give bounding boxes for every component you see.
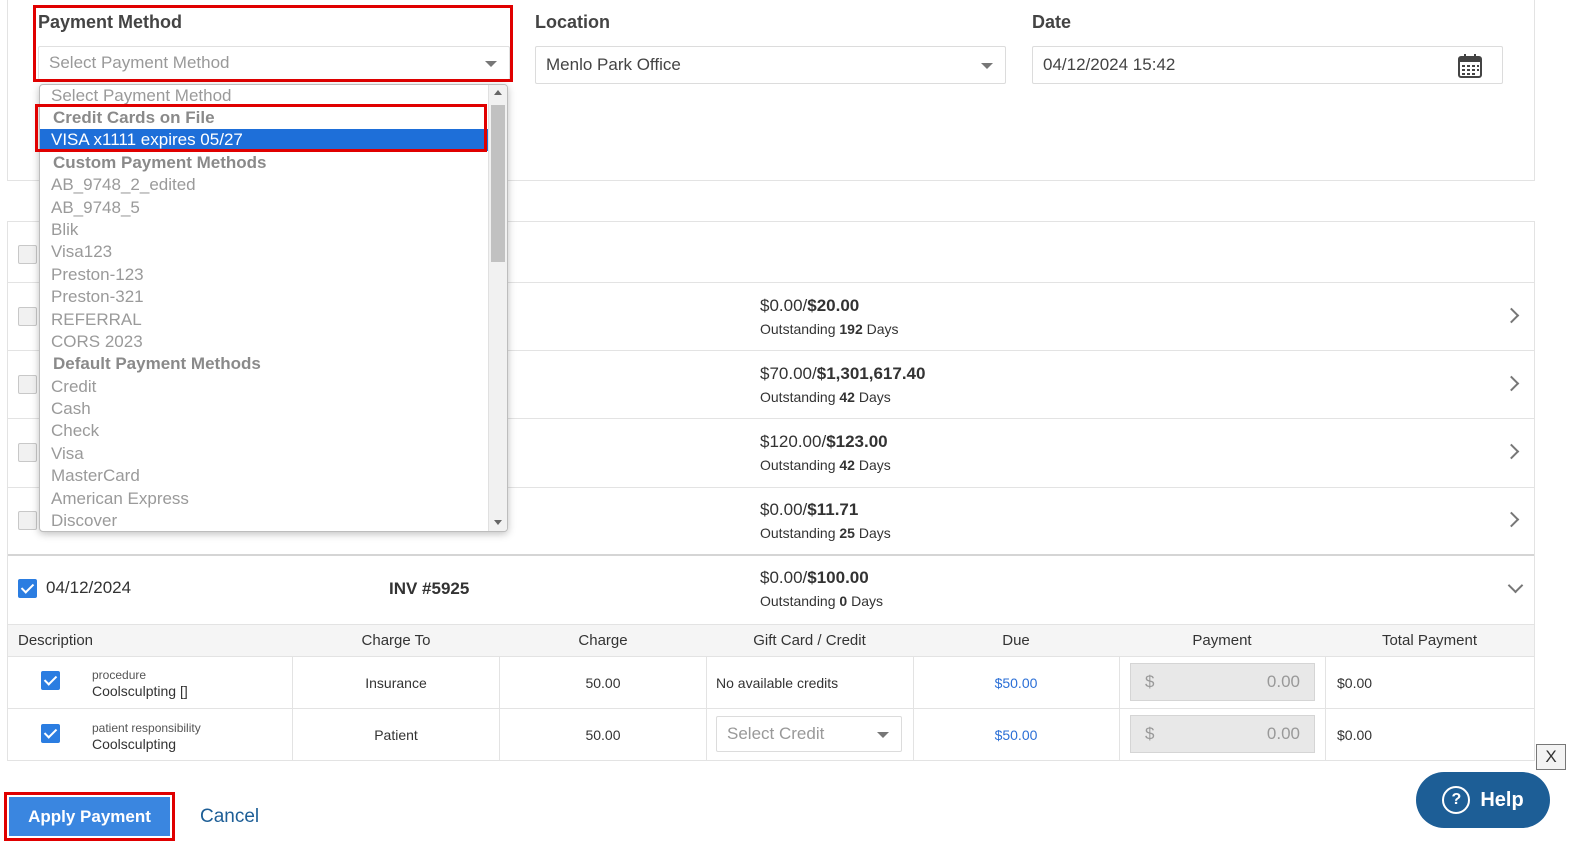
option-custom[interactable]: CORS 2023: [51, 331, 143, 353]
header-charge-to: Charge To: [361, 632, 431, 649]
option-custom[interactable]: Blik: [51, 219, 78, 241]
option-custom[interactable]: AB_9748_2_edited: [51, 174, 196, 196]
group-custom-methods: Custom Payment Methods: [53, 153, 267, 172]
payment-value: 0.00: [1266, 724, 1300, 743]
highlight-visa-option: [35, 104, 487, 152]
line-item-credit: No available credits: [716, 675, 839, 691]
line-item-due[interactable]: $50.00: [913, 727, 1119, 743]
header-charge: Charge: [578, 632, 628, 649]
highlight-payment-method: [33, 5, 513, 82]
option-custom[interactable]: Visa123: [51, 241, 112, 263]
line-item-name: Coolsculpting: [92, 736, 177, 752]
line-item-category: patient responsibility: [92, 721, 201, 735]
line-item-checkbox[interactable]: [41, 671, 60, 690]
option-default[interactable]: Check: [51, 420, 99, 442]
date-label: Date: [1032, 12, 1072, 32]
location-label: Location: [535, 12, 610, 32]
row-divider: [8, 554, 1534, 556]
option-default[interactable]: Discover: [51, 510, 117, 531]
option-default[interactable]: Cash: [51, 398, 91, 420]
dropdown-scrollbar[interactable]: [488, 85, 507, 531]
option-custom[interactable]: Preston-123: [51, 264, 144, 286]
invoice-amount: $0.00/$11.71: [760, 500, 859, 519]
invoice-outstanding: Outstanding 192 Days: [760, 321, 899, 337]
option-custom[interactable]: REFERRAL: [51, 309, 142, 331]
expanded-invoice-number: INV #5925: [389, 579, 470, 598]
row-divider: [8, 656, 1534, 657]
line-item-payment-input[interactable]: $ 0.00: [1130, 663, 1315, 701]
scroll-down-icon[interactable]: [494, 520, 502, 525]
option-custom[interactable]: AB_9748_5: [51, 197, 140, 219]
select-credit-dropdown[interactable]: Select Credit: [716, 716, 902, 752]
invoice-checkbox[interactable]: [18, 307, 37, 326]
select-all-checkbox[interactable]: [18, 245, 37, 264]
line-item-charge: 50.00: [585, 675, 621, 691]
chevron-down-icon: [877, 732, 889, 738]
option-default[interactable]: American Express: [51, 488, 189, 510]
cancel-link[interactable]: Cancel: [200, 806, 259, 828]
currency-symbol: $: [1145, 724, 1155, 743]
group-default-methods: Default Payment Methods: [53, 354, 261, 373]
option-default[interactable]: Credit: [51, 376, 96, 398]
help-icon: ?: [1442, 786, 1471, 814]
line-item-checkbox[interactable]: [41, 724, 60, 743]
close-button[interactable]: X: [1536, 744, 1566, 770]
expanded-invoice-amount: $0.00/$100.00: [760, 568, 869, 587]
line-item-payment-input[interactable]: $ 0.00: [1130, 715, 1315, 753]
header-description: Description: [18, 632, 94, 649]
expanded-invoice-outstanding: Outstanding 0 Days: [760, 593, 883, 609]
invoice-amount: $0.00/$20.00: [760, 296, 860, 315]
row-divider: [8, 708, 1534, 709]
header-total-payment: Total Payment: [1381, 632, 1478, 649]
expanded-invoice-checkbox[interactable]: [18, 579, 37, 598]
scrollbar-thumb[interactable]: [491, 105, 505, 262]
scroll-up-icon[interactable]: [494, 90, 502, 95]
date-value: 04/12/2024 15:42: [1043, 55, 1176, 74]
line-item-due[interactable]: $50.00: [913, 675, 1119, 691]
invoice-amount: $70.00/$1,301,617.40: [760, 364, 926, 383]
select-credit-placeholder: Select Credit: [727, 724, 825, 743]
line-item-charge: 50.00: [585, 727, 621, 743]
line-item-name: Coolsculpting []: [92, 683, 188, 699]
invoice-checkbox[interactable]: [18, 511, 37, 530]
invoice-outstanding: Outstanding 42 Days: [760, 457, 891, 473]
header-due: Due: [1002, 632, 1030, 649]
line-item-category: procedure: [92, 668, 147, 682]
option-default[interactable]: Visa: [51, 443, 84, 465]
help-button[interactable]: ? Help: [1416, 772, 1550, 828]
invoice-outstanding: Outstanding 42 Days: [760, 389, 891, 405]
payment-value: 0.00: [1266, 672, 1300, 691]
header-payment: Payment: [1192, 632, 1252, 649]
line-item-total: $0.00: [1337, 675, 1373, 691]
invoice-outstanding: Outstanding 25 Days: [760, 525, 891, 541]
invoice-checkbox[interactable]: [18, 443, 37, 462]
calendar-icon[interactable]: [1457, 53, 1483, 79]
apply-payment-button[interactable]: Apply Payment: [9, 797, 170, 836]
invoice-amount: $120.00/$123.00: [760, 432, 888, 451]
help-label: Help: [1480, 788, 1524, 811]
line-item-charge-to: Patient: [374, 727, 418, 743]
expanded-invoice-date: 04/12/2024: [46, 578, 132, 597]
line-item-charge-to: Insurance: [365, 675, 427, 691]
chevron-down-icon: [981, 63, 993, 69]
line-item-total: $0.00: [1337, 727, 1373, 743]
currency-symbol: $: [1145, 672, 1155, 691]
location-value: Menlo Park Office: [546, 55, 681, 74]
location-select[interactable]: Menlo Park Office: [535, 46, 1006, 84]
invoice-checkbox[interactable]: [18, 375, 37, 394]
date-input[interactable]: 04/12/2024 15:42: [1032, 46, 1503, 84]
option-custom[interactable]: Preston-321: [51, 286, 144, 308]
header-gift-card-credit: Gift Card / Credit: [753, 632, 866, 649]
option-default[interactable]: MasterCard: [51, 465, 140, 487]
